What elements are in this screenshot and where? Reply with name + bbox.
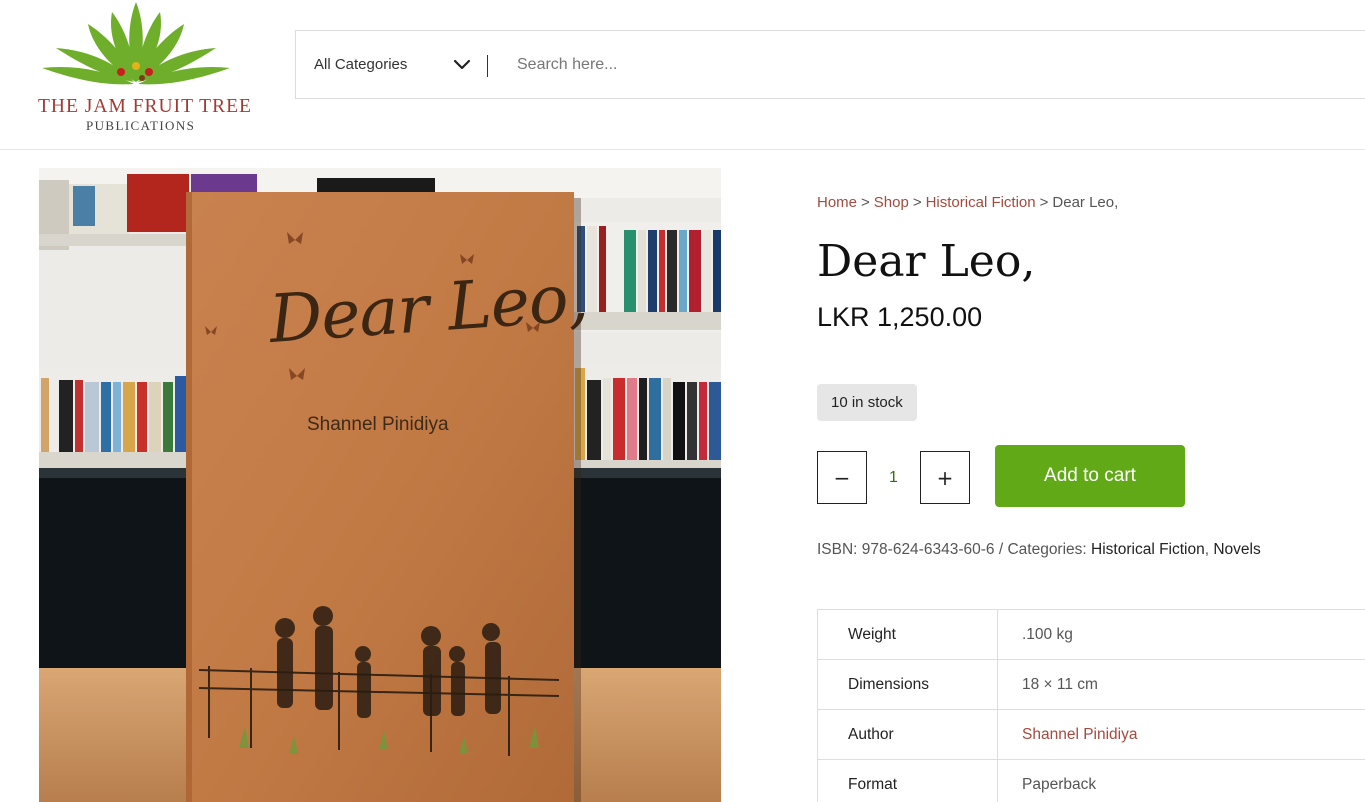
- site-header: THE JAM FRUIT TREE PUBLICATIONS All Cate…: [0, 0, 1365, 150]
- stock-badge: 10 in stock: [817, 384, 917, 421]
- quantity-decrease-button[interactable]: −: [817, 451, 867, 504]
- breadcrumb-historical-fiction[interactable]: Historical Fiction: [926, 194, 1036, 211]
- category-dropdown[interactable]: All Categories: [296, 31, 491, 98]
- category-dropdown-label: All Categories: [314, 56, 408, 73]
- search-bar: All Categories: [295, 30, 1365, 99]
- category-link-historical-fiction[interactable]: Historical Fiction: [1091, 541, 1205, 558]
- attribute-key: Dimensions: [817, 659, 998, 710]
- breadcrumb-home[interactable]: Home: [817, 194, 857, 211]
- breadcrumb-current: Dear Leo,: [1052, 194, 1119, 211]
- attribute-value: .100 kg: [997, 609, 1365, 660]
- site-logo[interactable]: THE JAM FRUIT TREE PUBLICATIONS: [36, 0, 252, 140]
- product-attributes-table: Weight .100 kg Dimensions 18 × 11 cm Aut…: [817, 609, 1365, 802]
- categories-label: Categories:: [1007, 541, 1087, 558]
- meta-divider: /: [998, 541, 1004, 558]
- breadcrumb-separator: >: [912, 194, 922, 211]
- search-input[interactable]: [501, 45, 1201, 85]
- attribute-key: Weight: [817, 609, 998, 660]
- product-meta: ISBN: 978-624-6343-60-6 / Categories: Hi…: [817, 541, 1261, 558]
- breadcrumb: Home > Shop > Historical Fiction > Dear Leo,: [817, 194, 1118, 211]
- isbn-value: 978-624-6343-60-6: [861, 541, 995, 558]
- logo-title: THE JAM FRUIT TREE: [38, 96, 252, 117]
- quantity-increase-button[interactable]: +: [920, 451, 970, 504]
- chevron-down-icon: [453, 59, 471, 70]
- attribute-row-dimensions: Dimensions 18 × 11 cm: [817, 659, 1365, 710]
- author-link[interactable]: Shannel Pinidiya: [1022, 726, 1137, 743]
- breadcrumb-shop[interactable]: Shop: [874, 194, 909, 211]
- book-cover-author: Shannel Pinidiya: [307, 414, 449, 435]
- product-photo: [39, 168, 721, 802]
- isbn-label: ISBN:: [817, 541, 858, 558]
- attribute-row-format: Format Paperback: [817, 759, 1365, 802]
- attribute-value: 18 × 11 cm: [997, 659, 1365, 710]
- product-title: Dear Leo,: [817, 236, 1036, 287]
- breadcrumb-separator: >: [861, 194, 870, 211]
- attribute-key: Author: [817, 709, 998, 760]
- attribute-value: Paperback: [997, 759, 1365, 802]
- attribute-row-author: Author Shannel Pinidiya: [817, 709, 1365, 760]
- category-link-novels[interactable]: Novels: [1213, 541, 1260, 558]
- add-to-cart-button[interactable]: Add to cart: [995, 445, 1185, 507]
- logo-subtitle: PUBLICATIONS: [86, 118, 196, 133]
- breadcrumb-separator: >: [1039, 194, 1049, 211]
- search-divider: [487, 55, 488, 77]
- product-image[interactable]: Dear Leo, Shannel Pinidiya: [39, 168, 721, 802]
- quantity-input[interactable]: [867, 451, 920, 504]
- tree-leaves-icon: [42, 2, 230, 85]
- attribute-row-weight: Weight .100 kg: [817, 609, 1365, 660]
- attribute-key: Format: [817, 759, 998, 802]
- attribute-value-cell: Shannel Pinidiya: [997, 709, 1365, 760]
- product-price: LKR 1,250.00: [817, 302, 983, 332]
